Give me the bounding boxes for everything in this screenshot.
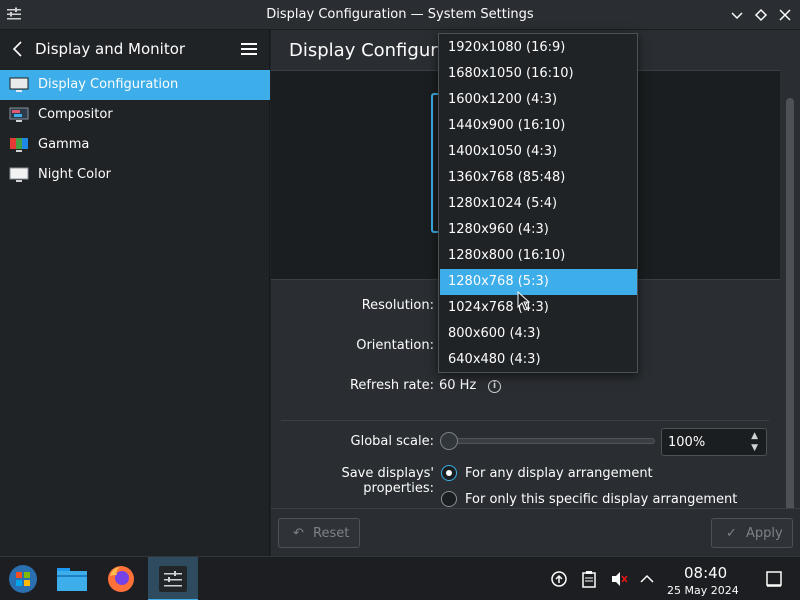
resolution-option-label: 1280x960 (4:3) xyxy=(448,222,549,237)
resolution-option-label: 1920x1080 (16:9) xyxy=(448,40,566,55)
sidebar-item-label: Night Color xyxy=(38,167,111,182)
resolution-option[interactable]: 1280x768 (5:3) xyxy=(440,269,637,295)
window-title: Display Configuration — System Settings xyxy=(266,7,534,22)
apply-button-label: Apply xyxy=(746,526,783,541)
dialog-footer: ↶ Reset ✓ Apply xyxy=(271,508,800,556)
resolution-option[interactable]: 1440x900 (16:10) xyxy=(440,113,637,139)
resolution-option-label: 1280x1024 (5:4) xyxy=(448,196,558,211)
info-icon[interactable]: i xyxy=(488,380,501,393)
clock-date[interactable]: 25 May 2024 xyxy=(667,584,739,597)
spin-up-icon[interactable]: ▲ xyxy=(751,431,758,441)
resolution-option[interactable]: 1680x1050 (16:10) xyxy=(440,61,637,87)
resolution-option-label: 1360x768 (85:48) xyxy=(448,170,566,185)
tray-expand-icon[interactable] xyxy=(638,570,656,588)
spin-down-icon[interactable]: ▼ xyxy=(751,443,758,453)
orientation-label: Orientation: xyxy=(356,338,434,353)
radio-specific-arrangement-label[interactable]: For only this specific display arrangeme… xyxy=(465,492,737,507)
undo-icon: ↶ xyxy=(293,526,304,541)
resolution-option[interactable]: 640x480 (4:3) xyxy=(440,347,637,373)
scrollbar-thumb[interactable] xyxy=(786,98,794,538)
global-scale-slider-track[interactable] xyxy=(449,438,655,444)
vertical-scrollbar[interactable] xyxy=(786,98,794,538)
sidebar-item-display-configuration[interactable]: Display Configuration xyxy=(0,70,270,100)
mouse-cursor-icon xyxy=(517,291,531,311)
start-menu-button[interactable] xyxy=(0,557,48,600)
minimize-icon[interactable] xyxy=(727,5,747,25)
reset-button[interactable]: ↶ Reset xyxy=(278,518,360,548)
global-scale-slider-handle[interactable] xyxy=(440,432,458,450)
resolution-option-label: 1280x768 (5:3) xyxy=(448,274,549,289)
resolution-option[interactable]: 800x600 (4:3) xyxy=(440,321,637,347)
resolution-option[interactable]: 1920x1080 (16:9) xyxy=(440,35,637,61)
resolution-option-label: 1680x1050 (16:10) xyxy=(448,66,574,81)
resolution-option-label: 1024x768 (4:3) xyxy=(448,300,549,315)
resolution-option[interactable]: 1400x1050 (4:3) xyxy=(440,139,637,165)
global-scale-value[interactable]: 100% xyxy=(668,435,705,450)
resolution-option-label: 800x600 (4:3) xyxy=(448,326,541,341)
taskbar: 08:40 25 May 2024 xyxy=(0,556,800,600)
firefox-icon xyxy=(108,566,134,592)
sidebar-item-night-color[interactable]: Night Color xyxy=(0,160,270,190)
title-bar: Display Configuration — System Settings xyxy=(0,0,800,30)
resolution-option-label: 1600x1200 (4:3) xyxy=(448,92,558,107)
night-color-icon xyxy=(9,167,29,182)
divider xyxy=(281,420,769,421)
start-menu-icon xyxy=(9,565,37,593)
back-arrow-icon[interactable] xyxy=(10,40,26,58)
firefox-button[interactable] xyxy=(98,557,146,600)
resolution-option[interactable]: 1280x1024 (5:4) xyxy=(440,191,637,217)
resolution-dropdown-list[interactable]: 1920x1080 (16:9) 1680x1050 (16:10) 1600x12… xyxy=(438,33,638,373)
close-icon[interactable] xyxy=(775,5,795,25)
file-manager-icon xyxy=(57,568,87,591)
sidebar-item-label: Gamma xyxy=(38,137,90,152)
sidebar-item-compositor[interactable]: Compositor xyxy=(0,100,270,130)
refresh-rate-value[interactable]: 60 Hz xyxy=(439,378,476,393)
resolution-option[interactable]: 1280x960 (4:3) xyxy=(440,217,637,243)
show-desktop-icon[interactable] xyxy=(765,570,783,588)
resolution-option-label: 1400x1050 (4:3) xyxy=(448,144,558,159)
maximize-icon[interactable] xyxy=(751,5,771,25)
resolution-option[interactable]: 1600x1200 (4:3) xyxy=(440,87,637,113)
resolution-option-label: 1440x900 (16:10) xyxy=(448,118,566,133)
sidebar: Display and Monitor Display Configuratio… xyxy=(0,30,270,556)
system-settings-task[interactable] xyxy=(148,557,198,600)
global-scale-label: Global scale: xyxy=(350,434,434,449)
checkmark-icon: ✓ xyxy=(726,526,737,541)
system-settings-icon xyxy=(159,566,187,592)
sidebar-item-label: Display Configuration xyxy=(38,77,179,92)
sidebar-item-label: Compositor xyxy=(38,107,113,122)
monitor-icon xyxy=(9,77,29,92)
resolution-option[interactable]: 1280x800 (16:10) xyxy=(440,243,637,269)
refresh-rate-label: Refresh rate: xyxy=(349,378,434,393)
resolution-label: Resolution: xyxy=(361,298,434,313)
clipboard-icon[interactable] xyxy=(580,570,598,588)
radio-any-arrangement[interactable] xyxy=(441,465,457,481)
gamma-icon xyxy=(10,138,28,152)
resolution-option[interactable]: 1360x768 (85:48) xyxy=(440,165,637,191)
file-manager-button[interactable] xyxy=(48,557,96,600)
save-properties-label: Save displays' properties: xyxy=(341,466,434,496)
resolution-option[interactable]: 1024x768 (4:3) xyxy=(440,295,637,321)
radio-specific-arrangement[interactable] xyxy=(441,491,457,507)
volume-muted-icon[interactable] xyxy=(610,570,628,588)
sidebar-header: Display and Monitor xyxy=(0,30,270,68)
updates-icon[interactable] xyxy=(550,570,568,588)
sidebar-title: Display and Monitor xyxy=(35,40,186,58)
compositor-icon xyxy=(9,107,29,122)
resolution-option-label: 640x480 (4:3) xyxy=(448,352,541,367)
apply-button[interactable]: ✓ Apply xyxy=(711,518,793,548)
hamburger-menu-icon[interactable] xyxy=(240,41,258,57)
radio-any-arrangement-label[interactable]: For any display arrangement xyxy=(465,466,653,481)
sidebar-item-gamma[interactable]: Gamma xyxy=(0,130,270,160)
global-scale-spinbox[interactable]: 100% ▲ ▼ xyxy=(661,428,767,456)
resolution-option-label: 1280x800 (16:10) xyxy=(448,248,566,263)
reset-button-label: Reset xyxy=(313,526,350,541)
clock-time[interactable]: 08:40 xyxy=(684,564,727,582)
